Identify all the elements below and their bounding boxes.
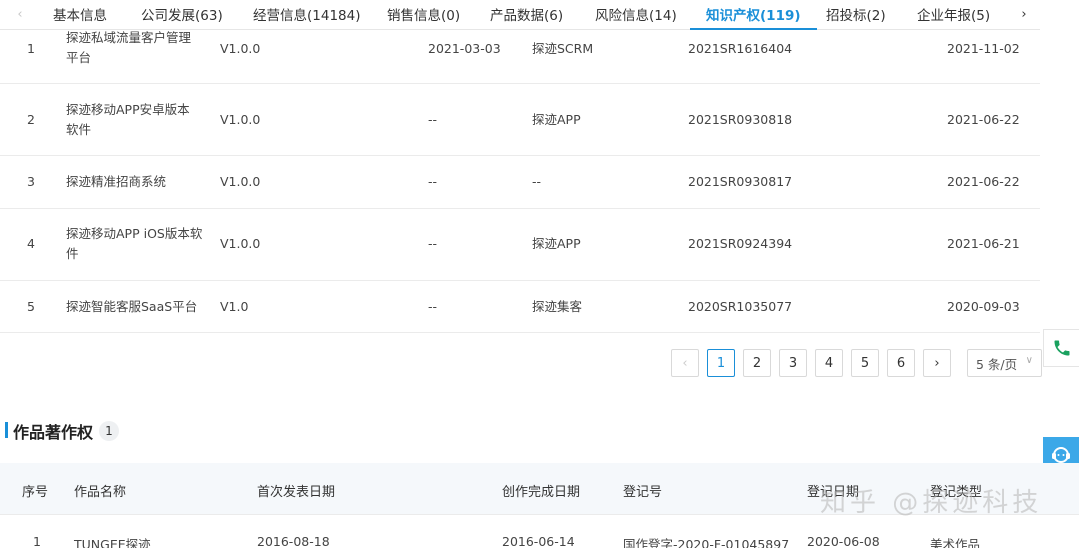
software-name-line2: 件 — [66, 246, 79, 261]
row-index: 5 — [27, 299, 35, 314]
registration-number: 国作登字-2020-F-01045897 — [623, 537, 790, 548]
tab-sales-info[interactable]: 销售信息(0) — [387, 4, 460, 30]
registration-number: 2020SR1035077 — [688, 299, 793, 314]
table-row: 5 探迹智能客服SaaS平台 V1.0 -- 探迹集客 2020SR103507… — [0, 281, 1040, 333]
header-reg-type: 登记类型 — [930, 485, 983, 500]
software-name[interactable]: 探迹移动APP iOS版本软 件 — [66, 224, 211, 264]
registration-number: 2021SR0930818 — [688, 112, 793, 127]
tab-basic-info[interactable]: 基本信息 — [53, 4, 107, 30]
works-table-header: 序号 作品名称 首次发表日期 创作完成日期 登记号 登记日期 登记类型 — [0, 463, 1079, 515]
header-first-publish: 首次发表日期 — [257, 485, 336, 500]
section-accent-bar — [5, 422, 8, 438]
registration-type: 美术作品 — [930, 537, 981, 548]
tab-company-development[interactable]: 公司发展(63) — [141, 4, 223, 30]
row-index: 3 — [27, 174, 35, 189]
registration-date: 2020-06-08 — [807, 534, 880, 548]
pagination-page-1[interactable]: 1 — [707, 349, 735, 377]
registration-date: 2021-11-02 — [947, 41, 1020, 56]
table-row: 1 探迹私域流量客户管理 平台 V1.0.0 2021-03-03 探迹SCRM… — [0, 30, 1040, 84]
tab-bar: ‹ 基本信息 公司发展(63) 经营信息(14184) 销售信息(0) 产品数据… — [0, 0, 1040, 30]
page-size-select[interactable]: 5 条/页 ∨ — [967, 349, 1042, 377]
software-name-line2: 软件 — [66, 122, 92, 137]
table-row: 1 TUNGEE探迹 2016-08-18 2016-06-14 国作登字-20… — [0, 515, 1079, 548]
software-short-name: 探迹SCRM — [532, 41, 594, 56]
row-index: 1 — [27, 41, 35, 56]
software-name[interactable]: 探迹移动APP安卓版本 软件 — [66, 100, 211, 140]
header-reg-date: 登记日期 — [807, 485, 860, 500]
software-name-line1: 探迹智能客服SaaS平台 — [66, 299, 198, 314]
pagination-next-button[interactable]: › — [923, 349, 951, 377]
software-short-name: 探迹APP — [532, 236, 581, 251]
pagination-page-6[interactable]: 6 — [887, 349, 915, 377]
software-version: V1.0.0 — [220, 174, 261, 189]
page-size-value: 5 条/页 — [976, 356, 1018, 372]
software-version: V1.0.0 — [220, 41, 261, 56]
registration-date: 2021-06-22 — [947, 174, 1020, 189]
table-row: 4 探迹移动APP iOS版本软 件 V1.0.0 -- 探迹APP 2021S… — [0, 209, 1040, 281]
software-version: V1.0 — [220, 299, 249, 314]
software-name-line1: 探迹精准招商系统 — [66, 174, 167, 189]
first-publish-date: -- — [428, 112, 438, 127]
header-completed-date: 创作完成日期 — [502, 485, 581, 500]
header-work-name: 作品名称 — [74, 485, 127, 500]
first-publish-date: -- — [428, 299, 438, 314]
software-short-name: 探迹集客 — [532, 299, 583, 314]
first-publish-date: -- — [428, 174, 438, 189]
software-version: V1.0.0 — [220, 236, 261, 251]
tab-bidding[interactable]: 招投标(2) — [826, 4, 886, 30]
section-count-badge: 1 — [99, 421, 119, 441]
phone-icon[interactable] — [1043, 329, 1079, 367]
software-name[interactable]: 探迹精准招商系统 — [66, 172, 211, 192]
pagination-page-5[interactable]: 5 — [851, 349, 879, 377]
header-index: 序号 — [22, 485, 49, 500]
registration-number: 2021SR0930817 — [688, 174, 793, 189]
tab-next-icon[interactable]: › — [1014, 0, 1034, 28]
row-index: 1 — [33, 534, 41, 548]
software-short-name: 探迹APP — [532, 112, 581, 127]
tab-business-info[interactable]: 经营信息(14184) — [253, 4, 360, 30]
first-publish-date: 2021-03-03 — [428, 41, 501, 56]
pagination-prev-button[interactable]: ‹ — [671, 349, 699, 377]
first-publish-date: -- — [428, 236, 438, 251]
registration-number: 2021SR0924394 — [688, 236, 793, 251]
software-name-line1: 探迹移动APP安卓版本 — [66, 102, 190, 117]
software-version: V1.0.0 — [220, 112, 261, 127]
pagination-page-3[interactable]: 3 — [779, 349, 807, 377]
work-name[interactable]: TUNGEE探迹 — [74, 534, 151, 548]
table-row: 3 探迹精准招商系统 V1.0.0 -- -- 2021SR0930817 20… — [0, 156, 1040, 209]
software-name[interactable]: 探迹智能客服SaaS平台 — [66, 297, 236, 317]
software-name-line2: 平台 — [66, 50, 92, 65]
tab-product-data[interactable]: 产品数据(6) — [490, 4, 563, 30]
tab-intellectual-property[interactable]: 知识产权(119) — [690, 4, 817, 30]
completed-date: 2016-06-14 — [502, 534, 575, 548]
chevron-down-icon: ∨ — [1025, 355, 1033, 366]
software-short-name: -- — [532, 174, 542, 189]
pagination-page-4[interactable]: 4 — [815, 349, 843, 377]
software-name-line1: 探迹移动APP iOS版本软 — [66, 226, 203, 241]
registration-date: 2021-06-22 — [947, 112, 1020, 127]
tab-annual-report[interactable]: 企业年报(5) — [917, 4, 990, 30]
pagination-page-2[interactable]: 2 — [743, 349, 771, 377]
registration-date: 2021-06-21 — [947, 236, 1020, 251]
software-name[interactable]: 探迹私域流量客户管理 平台 — [66, 28, 211, 68]
row-index: 4 — [27, 236, 35, 251]
header-reg-no: 登记号 — [623, 485, 663, 500]
section-title: 作品著作权 — [13, 423, 94, 442]
registration-date: 2020-09-03 — [947, 299, 1020, 314]
tab-prev-icon[interactable]: ‹ — [10, 0, 30, 28]
first-publish-date: 2016-08-18 — [257, 534, 330, 548]
table-row: 2 探迹移动APP安卓版本 软件 V1.0.0 -- 探迹APP 2021SR0… — [0, 84, 1040, 156]
row-index: 2 — [27, 112, 35, 127]
software-name-line1: 探迹私域流量客户管理 — [66, 30, 192, 45]
registration-number: 2021SR1616404 — [688, 41, 793, 56]
tab-risk-info[interactable]: 风险信息(14) — [595, 4, 677, 30]
